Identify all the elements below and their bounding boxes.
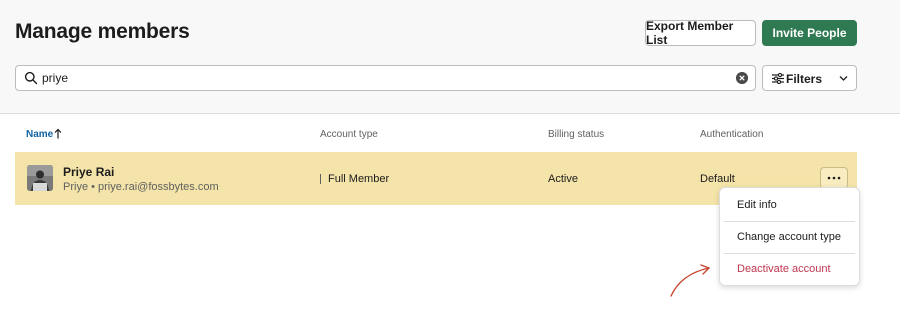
search-icon	[24, 71, 38, 85]
page-header	[0, 0, 900, 114]
menu-item-change-account-type[interactable]: Change account type	[720, 222, 859, 252]
member-email: Priye • priye.rai@fossbytes.com	[63, 181, 219, 193]
column-header-name[interactable]: Name	[26, 129, 53, 140]
filters-label: Filters	[786, 72, 823, 86]
filters-button[interactable]: Filters	[762, 65, 857, 91]
row-actions-menu: Edit info Change account type Deactivate…	[719, 187, 860, 286]
more-horizontal-icon	[827, 176, 841, 180]
menu-item-deactivate-account[interactable]: Deactivate account	[720, 254, 859, 284]
account-type-cell: Full Member	[328, 173, 390, 185]
sort-arrow-icon[interactable]	[54, 128, 62, 139]
avatar[interactable]	[27, 165, 53, 191]
search-input[interactable]	[42, 69, 732, 87]
export-member-list-button[interactable]: Export Member List	[645, 19, 756, 47]
billing-status-cell: Active	[548, 173, 578, 185]
invite-people-button[interactable]: Invite People	[762, 20, 857, 46]
clear-icon[interactable]	[736, 72, 748, 84]
authentication-cell: Default	[700, 173, 735, 185]
pointer-arrow-annotation	[670, 264, 710, 297]
column-header-billing-status[interactable]: Billing status	[548, 129, 604, 140]
column-header-authentication[interactable]: Authentication	[700, 129, 763, 140]
more-actions-button[interactable]	[820, 167, 848, 189]
page-title: Manage members	[15, 20, 190, 43]
search-box	[15, 65, 756, 91]
filters-icon	[772, 73, 784, 84]
column-header-account-type[interactable]: Account type	[320, 129, 378, 140]
menu-item-edit-info[interactable]: Edit info	[720, 190, 859, 220]
chevron-down-icon	[839, 76, 848, 81]
account-type-marker	[320, 174, 321, 184]
member-name: Priye Rai	[63, 165, 115, 179]
